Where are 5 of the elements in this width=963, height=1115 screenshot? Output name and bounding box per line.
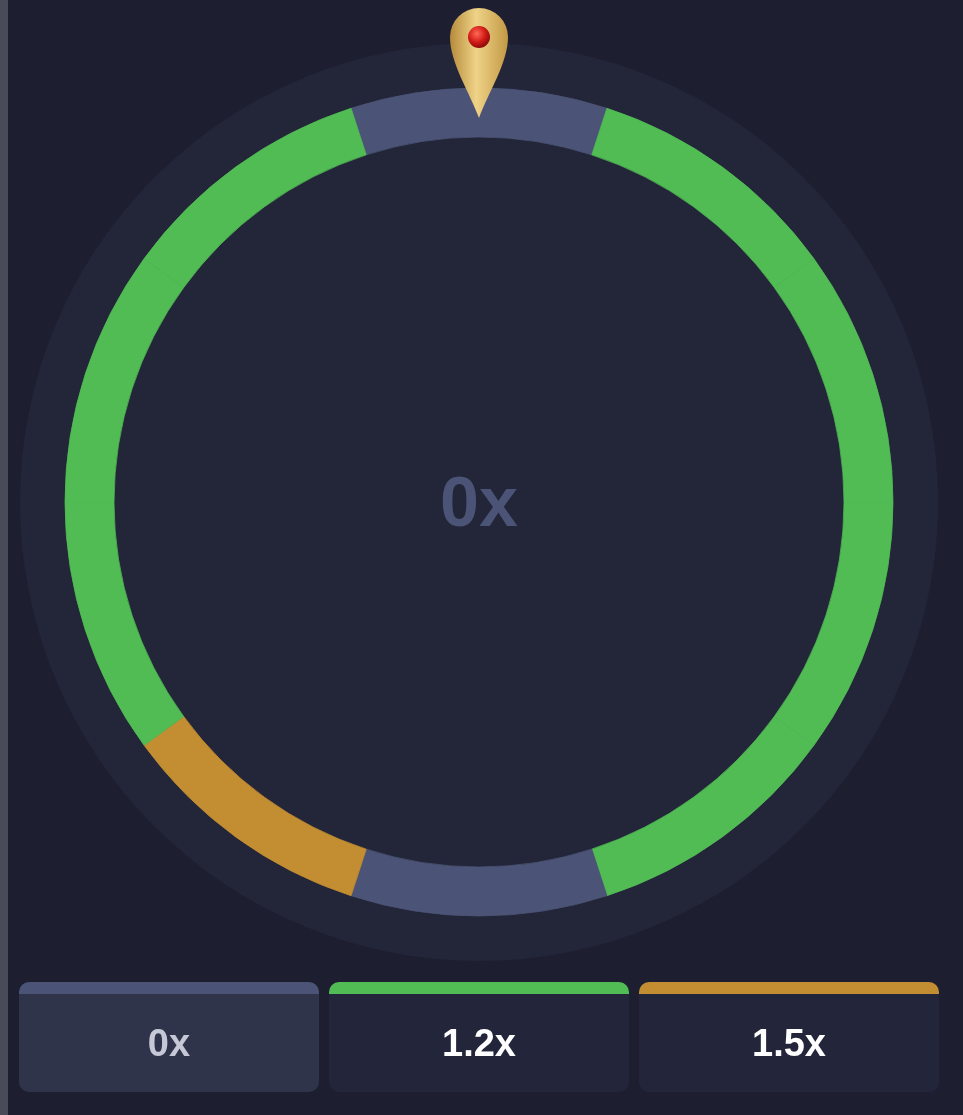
multiplier-tile[interactable]: 0x xyxy=(19,982,319,1092)
result-text: 0x xyxy=(440,467,518,537)
multiplier-tile[interactable]: 1.2x xyxy=(329,982,629,1092)
multiplier-tile[interactable]: 1.5x xyxy=(639,982,939,1092)
pin-icon xyxy=(450,8,508,118)
